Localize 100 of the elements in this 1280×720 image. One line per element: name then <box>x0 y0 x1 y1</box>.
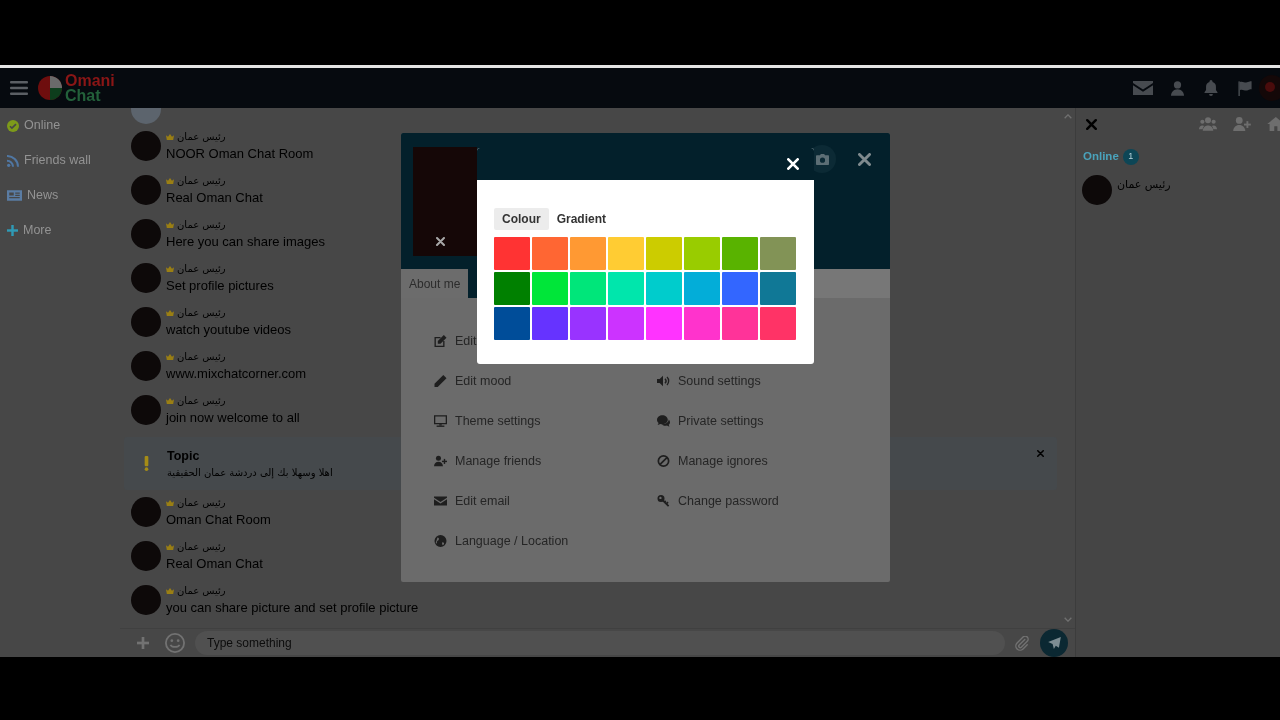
smiley-icon[interactable] <box>165 633 185 653</box>
sidebar-item[interactable]: Online <box>7 116 61 135</box>
swatch-icon[interactable] <box>532 307 568 340</box>
swatch-icon[interactable] <box>494 237 530 270</box>
online-label: Online <box>1083 149 1119 165</box>
logo-icon <box>38 76 62 100</box>
crown-icon <box>166 354 174 360</box>
swatch-icon[interactable] <box>570 237 606 270</box>
online-count-badge: 1 <box>1122 149 1139 165</box>
avatar <box>131 497 161 527</box>
avatar <box>131 108 161 124</box>
plus-icon <box>7 225 18 236</box>
message-text: you can share picture and set profile picture <box>166 600 419 615</box>
swatch-icon[interactable] <box>684 272 720 305</box>
edit-icon <box>434 335 447 347</box>
rss-icon <box>7 154 19 167</box>
chevron-up-icon[interactable] <box>1063 114 1072 119</box>
chevron-down-icon[interactable] <box>1063 617 1072 622</box>
tab[interactable]: About me <box>401 269 469 298</box>
swatch-icon[interactable] <box>722 272 758 305</box>
menu-item[interactable]: Language / Location <box>434 531 569 551</box>
swatch-icon[interactable] <box>608 237 644 270</box>
avatar <box>131 395 161 425</box>
menu-item[interactable]: Manage ignores <box>657 451 768 471</box>
swatch-icon[interactable] <box>494 272 530 305</box>
username: رئيس عمان <box>177 585 226 597</box>
envelope-icon[interactable] <box>1133 81 1153 95</box>
crown-icon <box>166 134 174 140</box>
user-icon[interactable] <box>1171 80 1184 96</box>
user-plus-icon <box>434 455 447 467</box>
crown-icon <box>166 310 174 316</box>
swatch-icon[interactable] <box>760 272 796 305</box>
username: رئيس عمان <box>177 351 226 363</box>
avatar <box>131 175 161 205</box>
swatch-icon[interactable] <box>532 237 568 270</box>
sidebar-item[interactable]: More <box>7 221 52 240</box>
message-text: Real Oman Chat <box>166 190 263 205</box>
swatch-icon[interactable] <box>608 307 644 340</box>
menu-item[interactable]: Sound settings <box>657 371 761 391</box>
swatch-icon[interactable] <box>646 272 682 305</box>
swatch-icon[interactable] <box>570 307 606 340</box>
tab[interactable]: Colour <box>494 208 549 230</box>
swatch-icon[interactable] <box>570 272 606 305</box>
envelope-icon <box>434 495 447 507</box>
speaker-icon <box>657 375 670 387</box>
menu-item[interactable]: Edit mood <box>434 371 512 391</box>
swatch-icon[interactable] <box>760 307 796 340</box>
exclamation-icon <box>144 456 149 471</box>
username: رئيس عمان <box>177 219 226 231</box>
swatch-icon[interactable] <box>684 307 720 340</box>
swatch-icon[interactable] <box>532 272 568 305</box>
swatch-icon[interactable] <box>646 237 682 270</box>
swatch-icon[interactable] <box>684 237 720 270</box>
message-text: NOOR Oman Chat Room <box>166 146 314 161</box>
menu-item[interactable]: Private settings <box>657 411 764 431</box>
username: رئيس عمان <box>177 497 226 509</box>
swatch-icon[interactable] <box>722 307 758 340</box>
menu-item[interactable]: Manage friends <box>434 451 542 471</box>
menu-icon[interactable] <box>10 81 28 95</box>
send-icon <box>1047 637 1061 649</box>
paperclip-icon[interactable] <box>1015 635 1029 651</box>
username: رئيس عمان <box>177 131 226 143</box>
avatar <box>131 541 161 571</box>
swatch-icon[interactable] <box>760 237 796 270</box>
crown-icon <box>166 544 174 550</box>
swatch-icon[interactable] <box>722 237 758 270</box>
tab[interactable]: Gradient <box>548 208 614 230</box>
swatch-icon[interactable] <box>608 272 644 305</box>
send-button[interactable] <box>1040 629 1068 657</box>
message-text: www.mixchatcorner.com <box>166 366 307 381</box>
message-input[interactable]: Type something <box>195 631 1005 655</box>
topic-title: Topic <box>167 448 200 464</box>
close-icon[interactable] <box>436 237 445 246</box>
ban-icon <box>657 455 670 467</box>
menu-item[interactable]: Theme settings <box>434 411 541 431</box>
flag-icon[interactable] <box>1237 80 1253 96</box>
avatar <box>131 131 161 161</box>
avatar[interactable] <box>1259 75 1280 101</box>
message-text: watch youtube videos <box>166 322 292 337</box>
bell-icon[interactable] <box>1204 80 1218 96</box>
menu-item[interactable]: Change password <box>657 491 779 511</box>
home-icon[interactable] <box>1267 117 1280 131</box>
check-circle-icon <box>7 119 19 132</box>
sidebar-item[interactable]: News <box>7 186 59 205</box>
avatar <box>131 585 161 615</box>
crown-icon <box>166 178 174 184</box>
plus-icon[interactable] <box>137 637 149 649</box>
chat-bubbles-icon <box>657 415 670 427</box>
username: رئيس عمان <box>177 307 226 319</box>
users-icon[interactable] <box>1199 117 1217 131</box>
selected-tab[interactable] <box>468 269 479 298</box>
user-plus-icon[interactable] <box>1233 117 1251 131</box>
menu-item[interactable]: Edit email <box>434 491 510 511</box>
menu-item[interactable]: Edit <box>434 331 477 351</box>
swatch-icon[interactable] <box>494 307 530 340</box>
camera-icon <box>815 153 829 165</box>
crown-icon <box>166 500 174 506</box>
swatch-icon[interactable] <box>646 307 682 340</box>
monitor-icon <box>434 415 447 427</box>
sidebar-item[interactable]: Friends wall <box>7 151 91 170</box>
